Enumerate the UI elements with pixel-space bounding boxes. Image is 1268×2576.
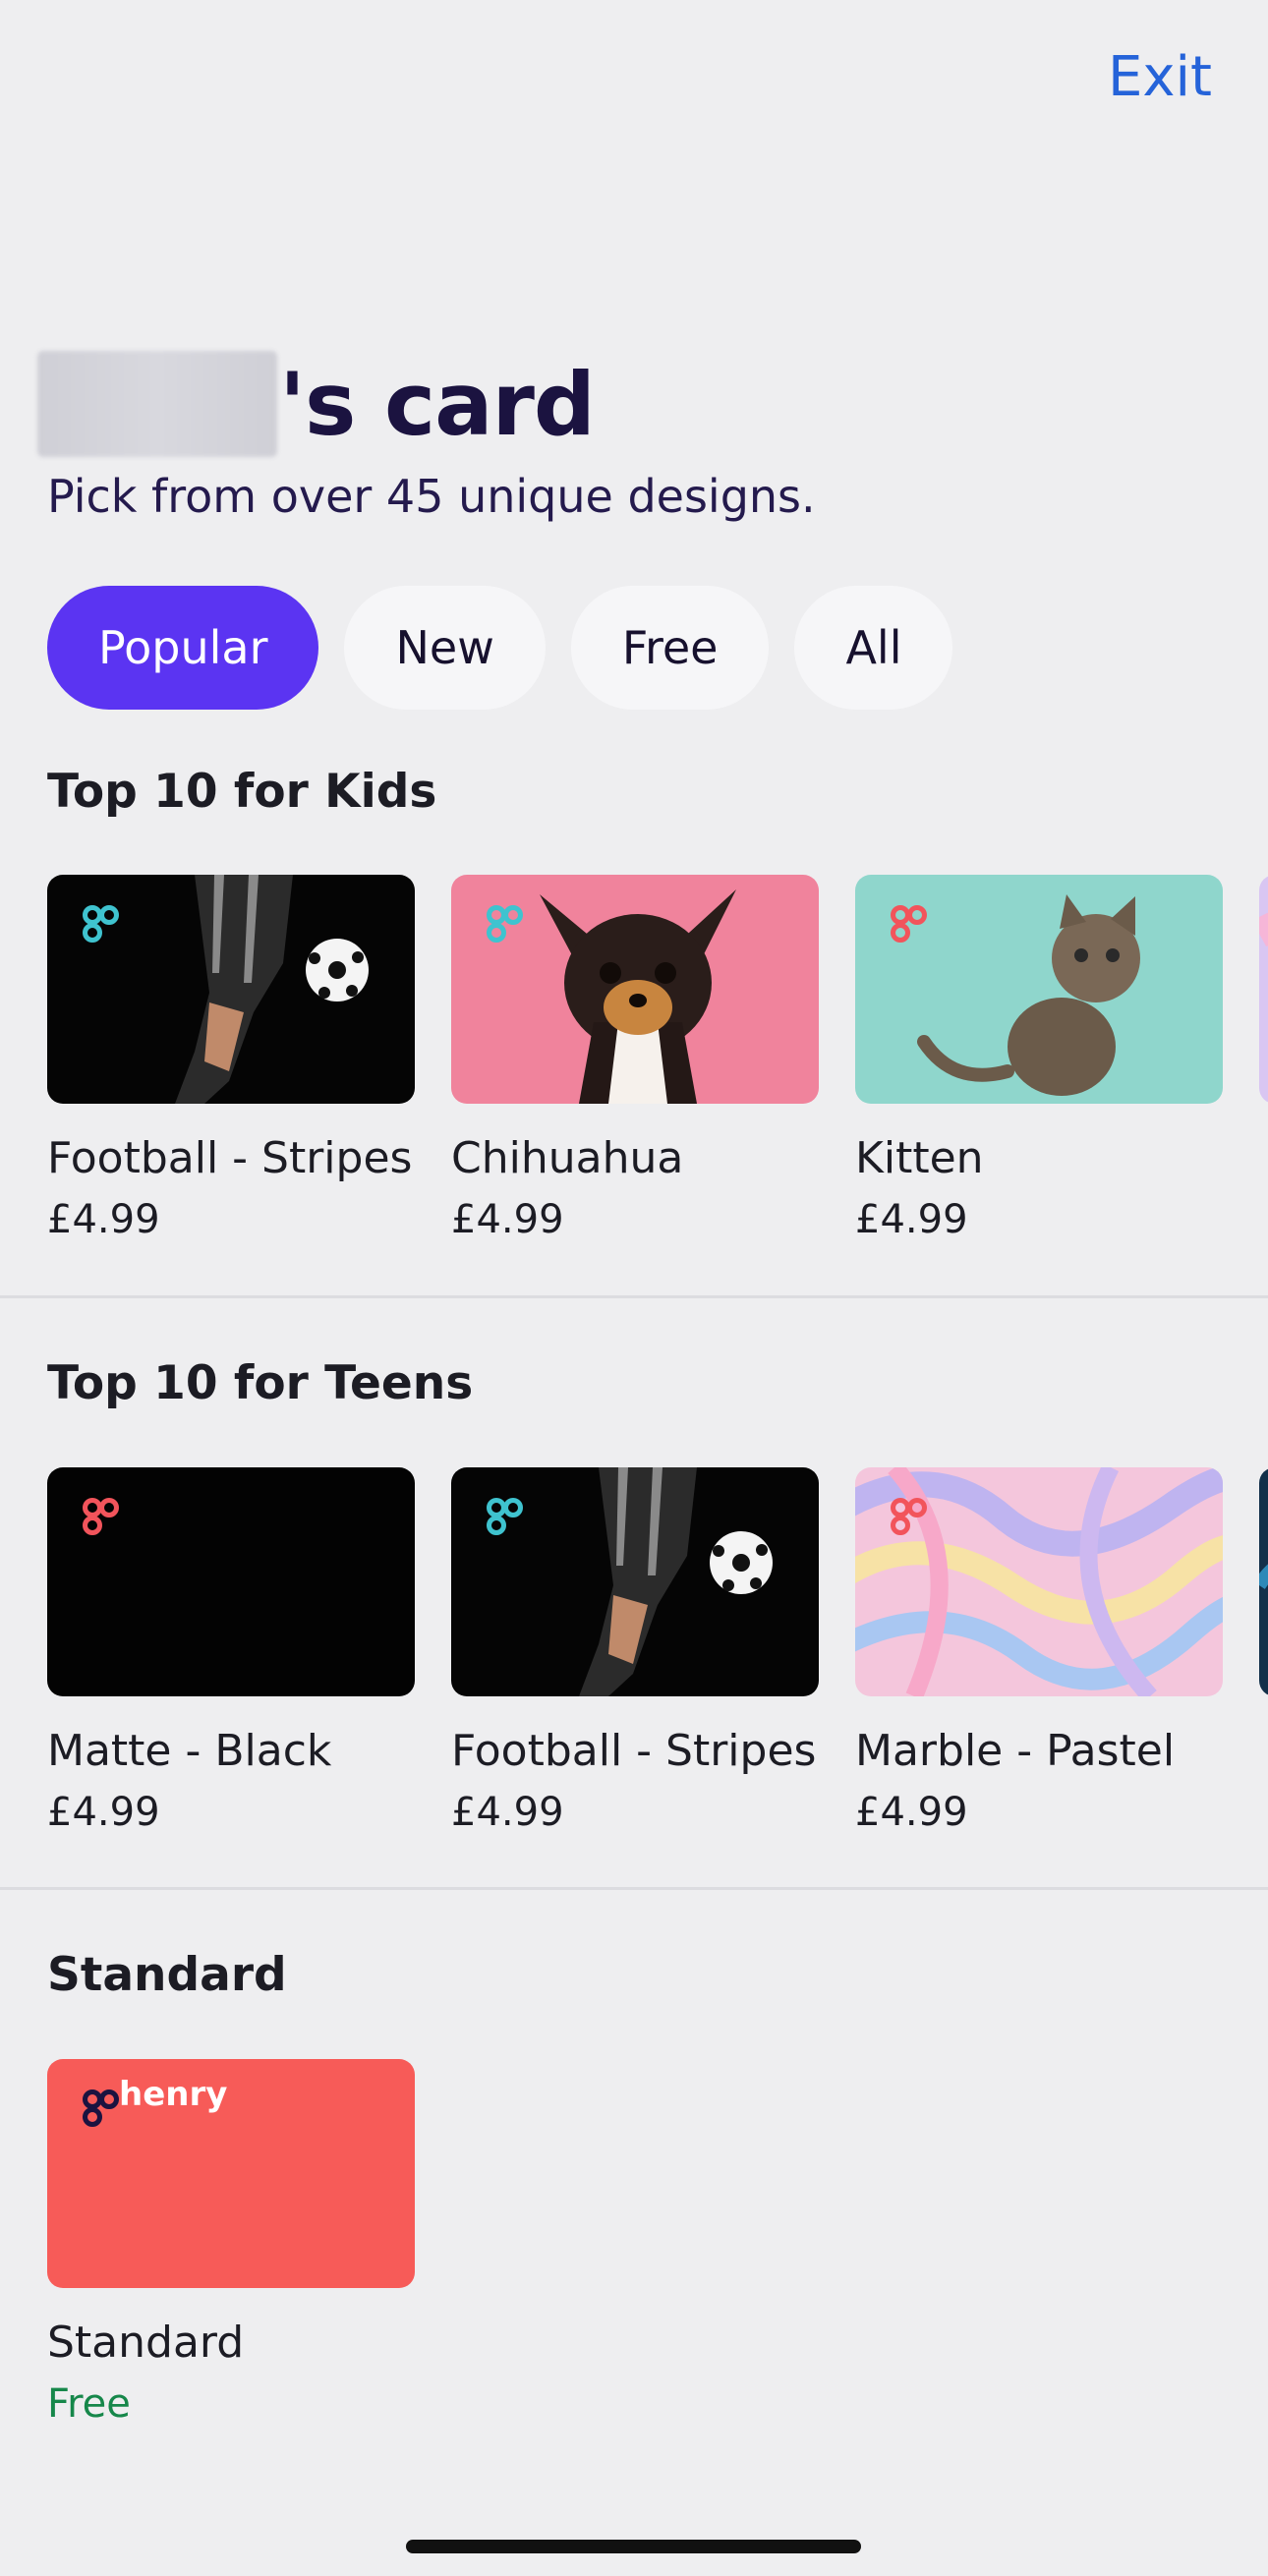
- page-subtitle: Pick from over 45 unique designs.: [47, 470, 816, 523]
- card-price: £4.99: [855, 1790, 968, 1835]
- card-row-kids[interactable]: Football - Stripes £4.99 Chihuahua £4.99…: [47, 875, 1268, 1242]
- home-indicator[interactable]: [406, 2540, 861, 2553]
- card-image: henry: [47, 2059, 415, 2288]
- exit-button[interactable]: Exit: [1108, 45, 1212, 109]
- card-image: [1259, 1467, 1268, 1696]
- card-price: £4.99: [47, 1790, 160, 1835]
- card-price: £4.99: [47, 1197, 160, 1242]
- card-price: £4.99: [451, 1197, 564, 1242]
- card-name: Marble - Pastel: [855, 1726, 1176, 1776]
- redacted-name: [37, 351, 277, 457]
- dark-blue-illustration: [1259, 1467, 1268, 1696]
- card-item[interactable]: [1259, 875, 1268, 1242]
- card-row-teens[interactable]: Matte - Black £4.99 Football - Stripes £…: [47, 1467, 1268, 1835]
- card-price: £4.99: [451, 1790, 564, 1835]
- card-name: Football - Stripes: [47, 1133, 413, 1183]
- brand-logo-icon: [83, 1498, 119, 1535]
- card-item[interactable]: Chihuahua £4.99: [451, 875, 819, 1242]
- filter-tabs: Popular New Free All: [47, 586, 953, 710]
- card-row-standard[interactable]: henry Standard Free: [47, 2059, 1268, 2427]
- card-item[interactable]: henry Standard Free: [47, 2059, 415, 2427]
- section-title-kids: Top 10 for Kids: [47, 765, 437, 819]
- tab-all[interactable]: All: [794, 586, 953, 710]
- card-name: Kitten: [855, 1133, 984, 1183]
- page-title-suffix: 's card: [279, 353, 596, 455]
- card-name: Matte - Black: [47, 1726, 332, 1776]
- section-divider: [0, 1295, 1268, 1298]
- card-item[interactable]: Marble - Pastel £4.99: [855, 1467, 1223, 1835]
- card-name: Chihuahua: [451, 1133, 684, 1183]
- card-brand-text: henry: [119, 2075, 228, 2114]
- section-title-teens: Top 10 for Teens: [47, 1356, 474, 1410]
- brand-logo-icon: [891, 905, 927, 943]
- card-image: [451, 1467, 819, 1696]
- card-image: [47, 1467, 415, 1696]
- card-image: [1259, 875, 1268, 1104]
- card-item[interactable]: Kitten £4.99: [855, 875, 1223, 1242]
- tab-new[interactable]: New: [344, 586, 546, 710]
- card-item[interactable]: Football - Stripes £4.99: [451, 1467, 819, 1835]
- card-image: [451, 875, 819, 1104]
- card-name: Standard: [47, 2318, 245, 2368]
- card-image: [855, 875, 1223, 1104]
- brand-logo-icon: [83, 905, 119, 943]
- card-item[interactable]: [1259, 1467, 1268, 1835]
- brand-logo-icon: [487, 1498, 523, 1535]
- page-title: 's card: [37, 349, 596, 459]
- tab-free[interactable]: Free: [570, 586, 770, 710]
- card-item[interactable]: Matte - Black £4.99: [47, 1467, 415, 1835]
- pastel-pattern-illustration: [1259, 875, 1268, 1104]
- card-price: £4.99: [855, 1197, 968, 1242]
- brand-logo-icon: [487, 905, 523, 943]
- card-image: [47, 875, 415, 1104]
- section-title-standard: Standard: [47, 1948, 287, 2002]
- card-price: Free: [47, 2381, 131, 2427]
- card-name: Football - Stripes: [451, 1726, 817, 1776]
- brand-logo-icon: [83, 2089, 119, 2127]
- section-divider: [0, 1887, 1268, 1890]
- card-image: [855, 1467, 1223, 1696]
- tab-popular[interactable]: Popular: [47, 586, 319, 710]
- card-item[interactable]: Football - Stripes £4.99: [47, 875, 415, 1242]
- brand-logo-icon: [891, 1498, 927, 1535]
